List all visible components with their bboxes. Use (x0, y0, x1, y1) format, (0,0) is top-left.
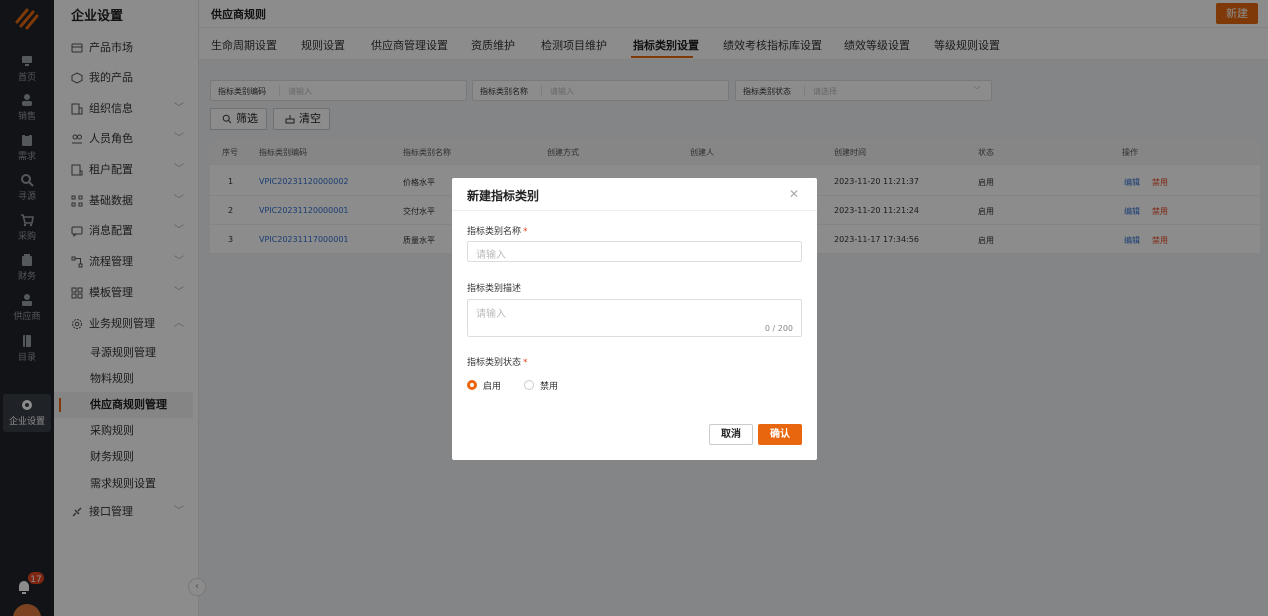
radio-label: 禁用 (540, 382, 559, 392)
description-textarea[interactable]: 请输入 0 / 200 (467, 299, 802, 337)
status-field-label: 指标类别状态 * (467, 355, 528, 368)
char-counter: 0 / 200 (764, 324, 793, 333)
radio-label: 启用 (483, 382, 502, 392)
desc-field-label: 指标类别描述 (467, 284, 522, 294)
radio-dot (524, 380, 534, 390)
new-indicator-category-dialog: 新建指标类别 ✕ 指标类别名称 * 请输入 指标类别描述 请输入 0 / 200 … (452, 178, 817, 460)
required-mark: * (523, 227, 528, 237)
confirm-button[interactable]: 确认 (758, 424, 802, 445)
name-label-text: 指标类别名称 (467, 227, 522, 237)
dialog-header: 新建指标类别 ✕ (452, 178, 817, 211)
required-mark: * (523, 358, 528, 368)
description-placeholder: 请输入 (476, 309, 506, 320)
dialog-title: 新建指标类别 (467, 189, 540, 203)
name-field-label: 指标类别名称 * (467, 224, 528, 237)
name-input[interactable]: 请输入 (467, 241, 802, 262)
status-label-text: 指标类别状态 (467, 358, 522, 368)
radio-dot (467, 380, 477, 390)
cancel-button[interactable]: 取消 (709, 424, 753, 445)
name-input-placeholder: 请输入 (476, 250, 506, 261)
close-icon[interactable]: ✕ (789, 187, 799, 201)
